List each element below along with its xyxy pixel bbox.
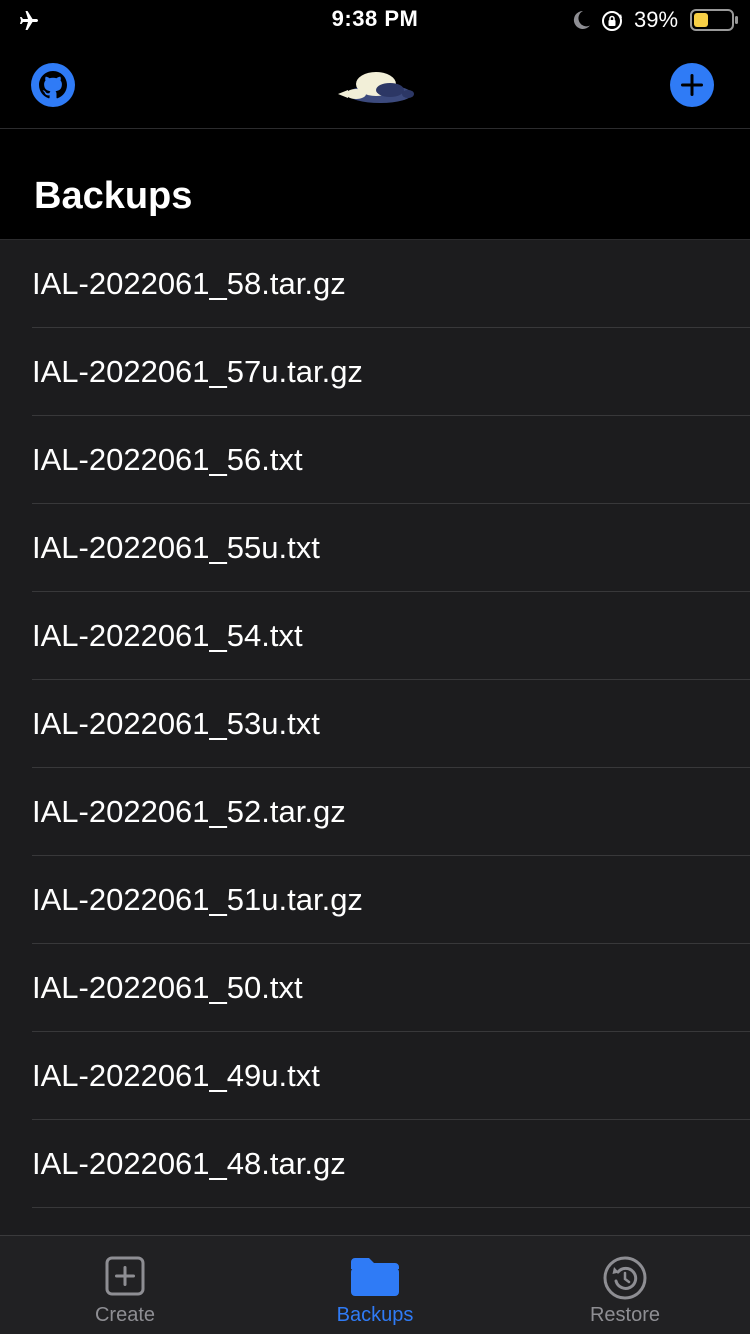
backup-row[interactable]: IAL-2022061_57u.tar.gz (0, 328, 750, 416)
backup-filename: IAL-2022061_48.tar.gz (32, 1146, 346, 1181)
status-bar: 9:38 PM 39% (0, 0, 750, 40)
backup-row[interactable]: IAL-2022061_53u.txt (0, 680, 750, 768)
backup-filename: IAL-2022061_49u.txt (32, 1058, 320, 1093)
backup-list: IAL-2022061_58.tar.gz IAL-2022061_57u.ta… (0, 239, 750, 1236)
backup-filename: IAL-2022061_55u.txt (32, 530, 320, 565)
plus-circle-icon (681, 74, 703, 96)
tab-create-label: Create (94, 1304, 156, 1326)
navigation-bar (0, 40, 750, 129)
battery-percentage: 39% (634, 7, 679, 32)
backup-filename: IAL-2022061_53u.txt (32, 706, 320, 741)
tab-restore-label: Restore (589, 1304, 661, 1326)
tab-create[interactable]: Create (0, 1236, 250, 1334)
row-separator (32, 1207, 750, 1208)
backup-filename: IAL-2022061_51u.tar.gz (32, 882, 363, 917)
backup-row[interactable]: IAL-2022061_49u.txt (0, 1032, 750, 1120)
backup-row[interactable]: IAL-2022061_51u.tar.gz (0, 856, 750, 944)
backup-filename: IAL-2022061_54.txt (32, 618, 303, 653)
add-backup-button[interactable] (670, 63, 714, 107)
restore-icon (603, 1256, 647, 1300)
backup-row[interactable]: IAL-2022061_48.tar.gz (0, 1120, 750, 1208)
backup-filename: IAL-2022061_56.txt (32, 442, 303, 477)
backup-row[interactable]: IAL-2022061_55u.txt (0, 504, 750, 592)
orientation-lock-icon (602, 11, 622, 31)
mascot-logo (338, 72, 414, 103)
app-screen: 9:38 PM 39% Backups IAL-2022061_58.tar.g… (0, 0, 750, 1334)
backup-row[interactable]: IAL-2022061_50.txt (0, 944, 750, 1032)
battery-fill (694, 13, 708, 27)
battery-icon (690, 9, 738, 31)
backup-filename: IAL-2022061_50.txt (32, 970, 303, 1005)
plus-square-icon (105, 1256, 145, 1296)
backup-row[interactable]: IAL-2022061_56.txt (0, 416, 750, 504)
large-title-header: Backups (0, 129, 750, 239)
tab-bar: Create Backups Restore (0, 1235, 750, 1334)
tab-backups[interactable]: Backups (250, 1236, 500, 1334)
page-title: Backups (34, 175, 193, 217)
tab-restore[interactable]: Restore (500, 1236, 750, 1334)
folder-icon (351, 1258, 399, 1296)
backup-row[interactable]: IAL-2022061_54.txt (0, 592, 750, 680)
backup-row[interactable]: IAL-2022061_52.tar.gz (0, 768, 750, 856)
backup-filename: IAL-2022061_58.tar.gz (32, 266, 346, 301)
backup-filename: IAL-2022061_57u.tar.gz (32, 354, 363, 389)
tab-backups-label: Backups (336, 1304, 414, 1326)
github-icon[interactable] (30, 62, 76, 108)
backup-filename: IAL-2022061_52.tar.gz (32, 794, 346, 829)
moon-icon (573, 10, 590, 29)
backup-row[interactable]: IAL-2022061_58.tar.gz (0, 240, 750, 328)
